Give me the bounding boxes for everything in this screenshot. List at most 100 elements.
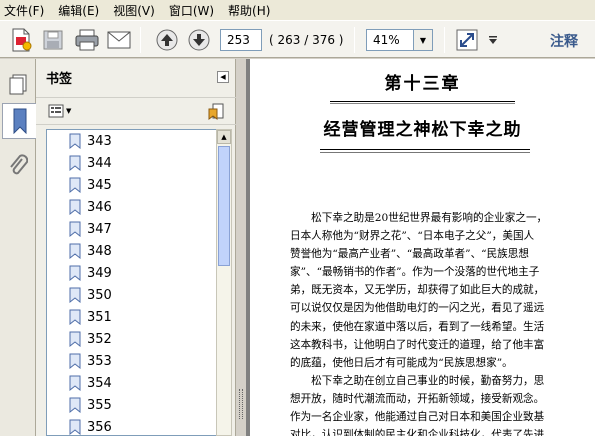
- bookmark-icon: [69, 287, 81, 303]
- toolbar-separator: [444, 27, 445, 53]
- text-line: 的未来，使他在家道中落以后，看到了一线希望。生活: [290, 320, 545, 333]
- body-text: 松下幸之助是20世纪世界最有影响的企业家之一， 日本人称他为“财界之花”、“日本电…: [290, 209, 586, 436]
- text-line: 可以说仅仅是因为他借助电灯的一闪之光，看见了遥远: [290, 302, 545, 315]
- text-line: 作为一名企业家，他能通过自己对日本和美国企业致基: [290, 411, 545, 424]
- zoom-input[interactable]: 41%: [366, 29, 414, 51]
- annotate-button[interactable]: 注释: [550, 31, 578, 51]
- bookmark-list: 343 344 345 346 347 348 349 350 351 352 353 354 355 3…: [46, 129, 216, 436]
- bookmark-item[interactable]: 352: [47, 328, 216, 350]
- menu-file[interactable]: 文件(F): [4, 2, 44, 19]
- bookmark-item[interactable]: 354: [47, 372, 216, 394]
- text-line: 弟，既无资本，又无学历，却获得了如此巨大的成就，: [290, 284, 545, 297]
- text-line: 松下幸之助是20世纪世界最有影响的企业家之一，: [290, 212, 548, 224]
- bookmark-label: 344: [87, 155, 112, 171]
- new-bookmark-icon: [208, 103, 224, 120]
- bookmark-item[interactable]: 348: [47, 240, 216, 262]
- panel-title: 书签: [46, 71, 73, 87]
- bookmark-label: 352: [87, 331, 112, 347]
- bookmark-icon: [69, 331, 81, 347]
- divider: [320, 149, 530, 150]
- menu-view[interactable]: 视图(V): [113, 2, 155, 19]
- chapter-title: 经营管理之神松下幸之助: [323, 120, 522, 140]
- bookmark-item[interactable]: 346: [47, 196, 216, 218]
- bookmark-item[interactable]: 356: [47, 416, 216, 435]
- bookmark-item[interactable]: 350: [47, 284, 216, 306]
- text-line: 这本教科书，让他明白了时代变迁的道理，给了他丰富: [290, 338, 545, 351]
- menu-help[interactable]: 帮助(H): [228, 2, 270, 19]
- bookmark-item[interactable]: 355: [47, 394, 216, 416]
- next-page-icon[interactable]: [186, 27, 212, 53]
- chevron-down-icon: ▼: [419, 35, 427, 45]
- bookmark-icon: [69, 375, 81, 391]
- bookmark-label: 348: [87, 243, 112, 259]
- triangle-left-icon: ◀: [220, 73, 226, 81]
- print-icon[interactable]: [74, 27, 100, 53]
- menu-edit[interactable]: 编辑(E): [58, 2, 99, 19]
- options-list-icon: [48, 104, 64, 118]
- create-pdf-icon[interactable]: [8, 27, 34, 53]
- bookmark-item[interactable]: 349: [47, 262, 216, 284]
- text-line: 日本人称他为“财界之花”、“日本电子之父”，美国人: [290, 230, 535, 243]
- text-line: 赞誉他为“最高产业者”、“最高政革者”、“民族思想: [290, 248, 529, 261]
- bookmark-label: 345: [87, 177, 112, 193]
- bookmark-label: 353: [87, 353, 112, 369]
- splitter-grip[interactable]: [239, 389, 243, 419]
- bookmarks-icon[interactable]: [2, 103, 36, 139]
- divider: [330, 103, 515, 104]
- text-line: 对比，认识到体制的民主化和企业科技化，代表了先进: [290, 429, 545, 436]
- bookmark-icon: [69, 155, 81, 171]
- bookmark-item[interactable]: 345: [47, 174, 216, 196]
- bookmark-label: 351: [87, 309, 112, 325]
- new-bookmark-button[interactable]: [208, 103, 226, 124]
- toolbar: 253 ( 263 / 376 ) 41% ▼ 注释: [0, 20, 595, 58]
- chevron-down-icon: ▼: [66, 107, 72, 115]
- bookmark-item[interactable]: 344: [47, 152, 216, 174]
- chapter-number: 第十三章: [384, 74, 461, 94]
- document-page: 第十三章 经营管理之神松下幸之助 松下幸之助是20世纪世界最有影响的企业家之一，…: [250, 59, 595, 436]
- more-tools-icon[interactable]: [484, 27, 502, 53]
- bookmark-item[interactable]: 343: [47, 130, 216, 152]
- bookmarks-panel: 书签 ◀ ▼ 343 344 345 346 347 348 349 350 351 352 353…: [36, 59, 236, 436]
- scrollbar-thumb[interactable]: [218, 146, 230, 266]
- menu-bar: 文件(F) 编辑(E) 视图(V) 窗口(W) 帮助(H): [0, 0, 595, 20]
- bookmark-item[interactable]: 353: [47, 350, 216, 372]
- text-line: 松下幸之助在创立自己事业的时候，勤奋努力，思: [290, 374, 545, 387]
- bookmark-icon: [69, 265, 81, 281]
- bookmark-item[interactable]: 351: [47, 306, 216, 328]
- page-number-input[interactable]: 253: [220, 29, 262, 51]
- pages-icon[interactable]: [4, 67, 32, 103]
- menu-window[interactable]: 窗口(W): [169, 2, 214, 19]
- scroll-up-icon[interactable]: ▲: [217, 130, 231, 144]
- previous-page-icon[interactable]: [154, 27, 180, 53]
- document-viewer[interactable]: 第十三章 经营管理之神松下幸之助 松下幸之助是20世纪世界最有影响的企业家之一，…: [246, 59, 595, 436]
- attachments-icon[interactable]: [4, 147, 32, 183]
- bookmark-scrollbar[interactable]: ▲: [216, 129, 232, 436]
- bookmark-icon: [69, 419, 81, 435]
- save-icon[interactable]: [40, 27, 66, 53]
- options-button[interactable]: ▼: [48, 104, 71, 118]
- bookmark-icon: [69, 309, 81, 325]
- bookmark-label: 349: [87, 265, 112, 281]
- panel-splitter[interactable]: [236, 59, 246, 436]
- divider: [330, 101, 515, 102]
- bookmark-icon: [69, 243, 81, 259]
- bookmark-label: 343: [87, 133, 112, 149]
- bookmark-item[interactable]: 347: [47, 218, 216, 240]
- text-line: 想开放，随时代潮流而动，开拓新领域，接受新观念。: [290, 392, 545, 405]
- collapse-panel-button[interactable]: ◀: [217, 71, 229, 83]
- bookmark-label: 346: [87, 199, 112, 215]
- fit-window-icon[interactable]: [454, 27, 480, 53]
- email-icon[interactable]: [106, 27, 132, 53]
- bookmark-label: 350: [87, 287, 112, 303]
- toolbar-separator: [140, 27, 141, 53]
- text-line: 家”、“最畅销书的作者”。作为一个没落的世代地主子: [290, 266, 540, 279]
- bookmark-icon: [69, 199, 81, 215]
- zoom-dropdown-button[interactable]: ▼: [413, 29, 433, 51]
- bookmark-icon: [69, 397, 81, 413]
- divider: [320, 152, 530, 153]
- text-line: 的底蕴，使他日后才有可能成为“民族思想家”。: [290, 356, 513, 369]
- bookmark-label: 354: [87, 375, 112, 391]
- bookmark-label: 356: [87, 419, 112, 435]
- bookmark-icon: [69, 221, 81, 237]
- page-count: ( 263 / 376 ): [269, 33, 344, 47]
